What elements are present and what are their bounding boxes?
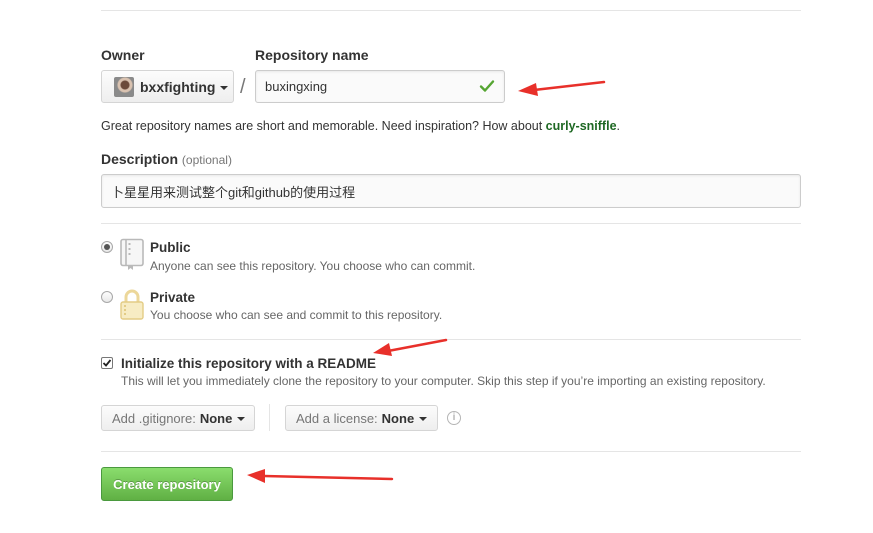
- public-desc: Anyone can see this repository. You choo…: [150, 259, 476, 273]
- repository-name-hint: Great repository names are short and mem…: [101, 119, 621, 133]
- private-radio[interactable]: [101, 291, 113, 303]
- license-label: Add a license:: [296, 410, 378, 426]
- license-value: None: [381, 410, 415, 426]
- description-value: 卜星星用来测试整个git和github的使用过程: [111, 184, 356, 200]
- owner-label: Owner: [101, 47, 145, 63]
- private-desc: You choose who can see and commit to thi…: [150, 308, 443, 322]
- gitignore-label: Add .gitignore:: [112, 410, 196, 426]
- readme-label[interactable]: Initialize this repository with a README: [121, 356, 376, 371]
- check-icon: [479, 80, 495, 92]
- optional-tag: (optional): [181, 153, 232, 167]
- section-divider: [101, 339, 801, 340]
- readme-desc: This will let you immediately clone the …: [121, 374, 766, 388]
- section-divider: [101, 223, 801, 224]
- owner-value: bxxfighting: [140, 78, 216, 95]
- annotation-arrow-icon: [247, 469, 394, 483]
- section-divider: [101, 451, 801, 452]
- gitignore-value: None: [199, 410, 233, 426]
- chevron-down-icon: [237, 417, 246, 421]
- repository-name-value: buxingxing: [265, 79, 328, 94]
- public-radio[interactable]: [101, 241, 113, 253]
- public-title: Public: [150, 240, 191, 255]
- name-suggestion-link[interactable]: curly-sniffle: [546, 119, 617, 133]
- readme-checkbox[interactable]: [101, 357, 113, 369]
- description-input[interactable]: 卜星星用来测试整个git和github的使用过程: [101, 174, 801, 208]
- private-title: Private: [150, 290, 196, 305]
- create-repository-button[interactable]: Create repository: [101, 467, 233, 501]
- repo-book-icon: [120, 238, 144, 270]
- info-icon[interactable]: i: [447, 411, 461, 425]
- description-label: Description (optional): [101, 151, 232, 167]
- lock-icon: [120, 289, 144, 320]
- repository-name-input[interactable]: buxingxing: [255, 70, 505, 103]
- owner-select-button[interactable]: bxxfighting: [101, 70, 234, 103]
- chevron-down-icon: [220, 85, 229, 90]
- owner-repo-separator: /: [240, 76, 246, 98]
- annotation-arrow-icon: [518, 80, 606, 96]
- check-icon: [102, 359, 112, 367]
- license-select-button[interactable]: Add a license: None: [285, 405, 438, 431]
- selector-separator: [269, 404, 270, 431]
- repository-name-label: Repository name: [255, 47, 369, 63]
- top-divider: [101, 10, 801, 11]
- gitignore-select-button[interactable]: Add .gitignore: None: [101, 405, 255, 431]
- avatar: [114, 76, 134, 97]
- annotation-arrow-icon: [373, 338, 448, 356]
- chevron-down-icon: [419, 417, 428, 421]
